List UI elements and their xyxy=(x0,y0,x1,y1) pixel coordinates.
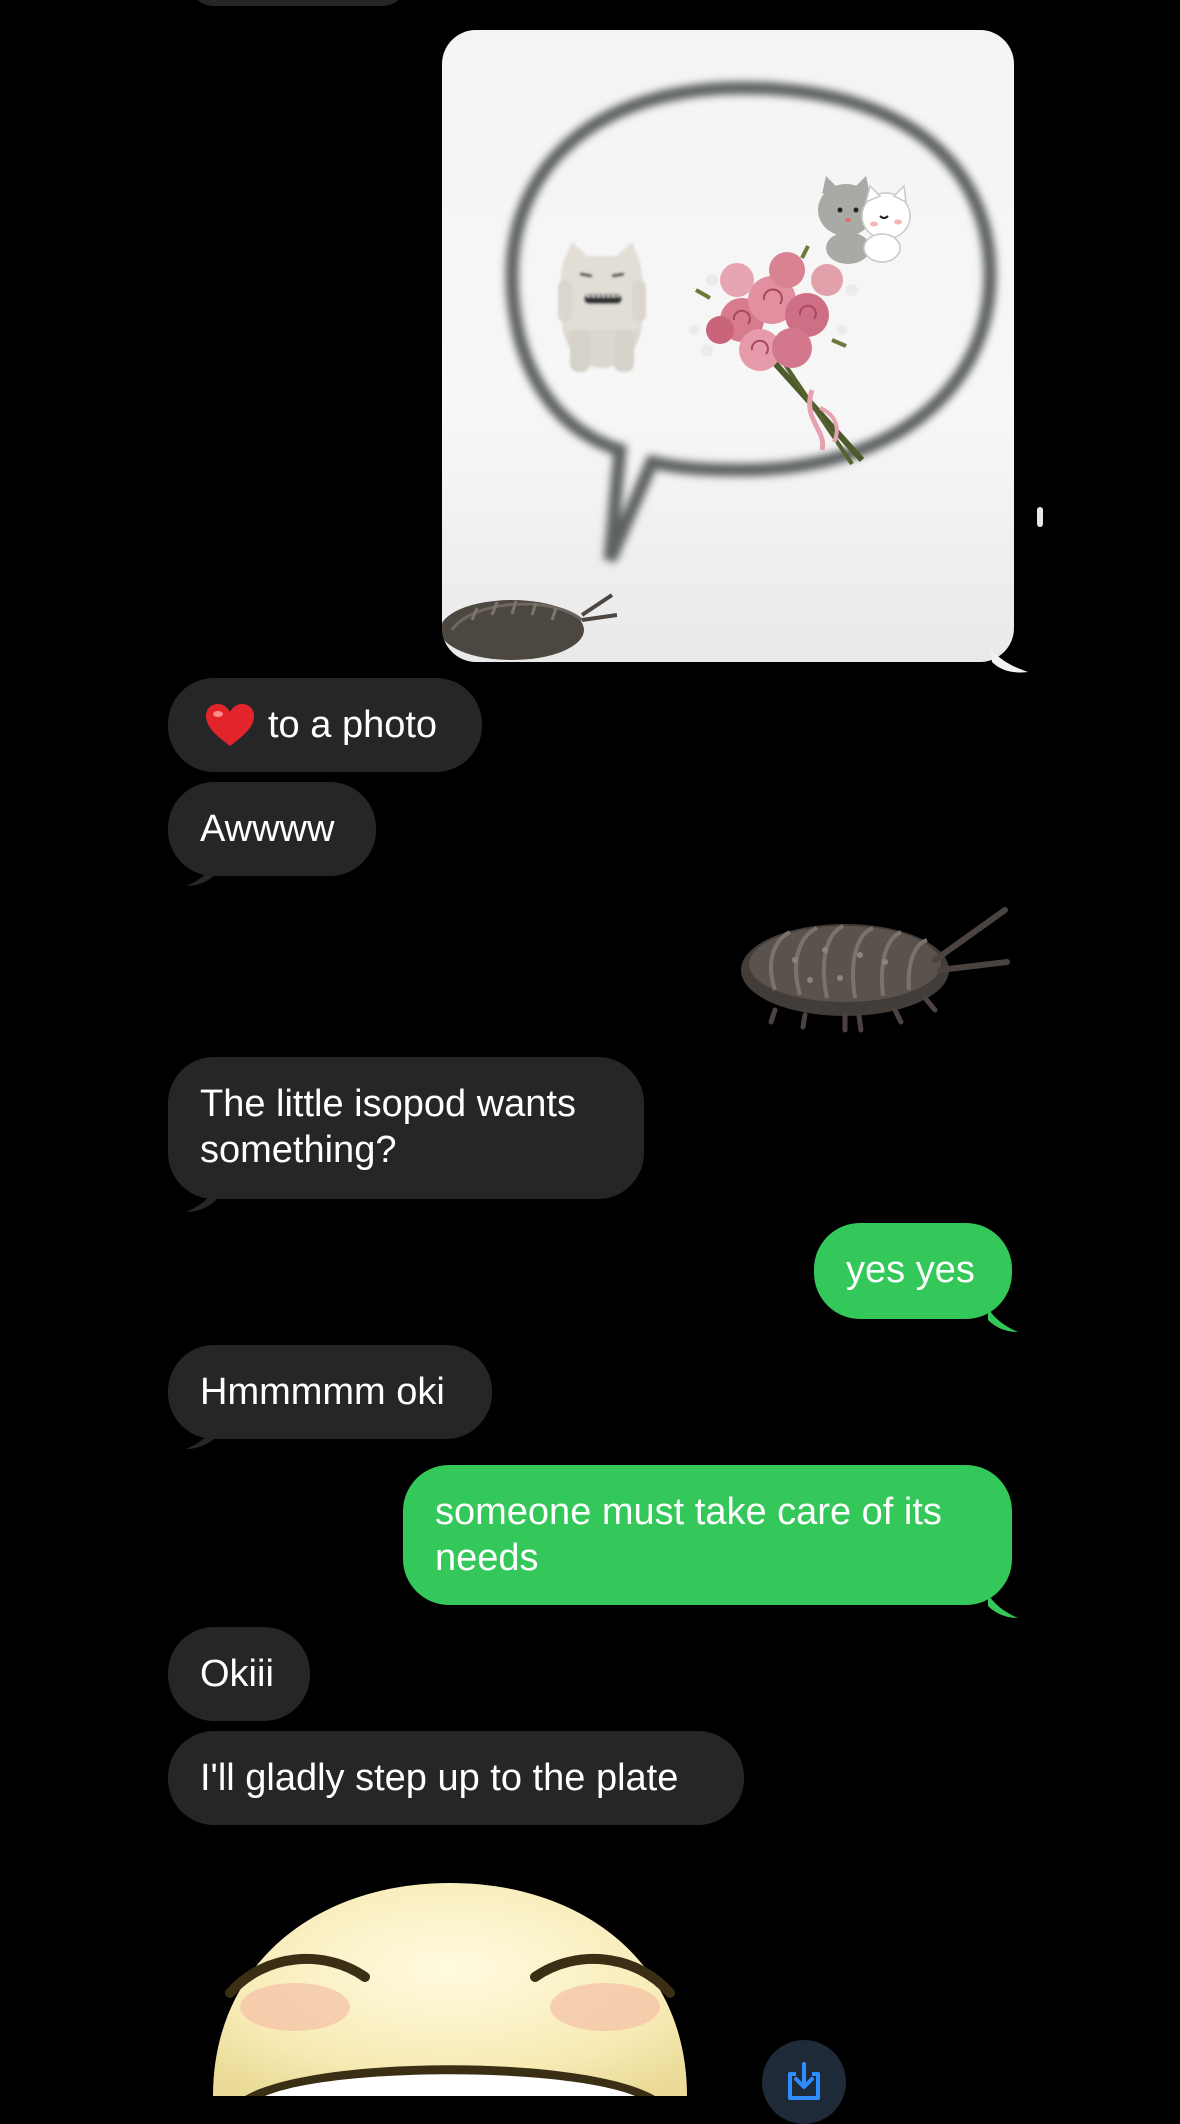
message-text: Hmmmmm oki xyxy=(200,1371,445,1413)
message-text: Okiii xyxy=(200,1653,274,1695)
incoming-tail xyxy=(186,1188,216,1212)
message-text: to a photo xyxy=(268,704,438,746)
message-bubble[interactable]: Hmmmmm oki xyxy=(168,1345,492,1439)
message-bubble[interactable]: I'll gladly step up to the plate xyxy=(168,1731,744,1825)
photo-tail xyxy=(990,648,1028,673)
outgoing-tail xyxy=(988,1308,1018,1332)
scroll-indicator[interactable] xyxy=(1037,507,1043,527)
message-bubble[interactable]: The little isopod wants something? xyxy=(168,1057,644,1199)
message-text: The little isopod wants something? xyxy=(200,1083,576,1171)
photo-message[interactable] xyxy=(442,30,1014,662)
message-bubble[interactable]: Okiii xyxy=(168,1627,310,1721)
incoming-tail xyxy=(186,862,216,886)
incoming-tail xyxy=(186,1425,216,1449)
download-button[interactable] xyxy=(762,2040,846,2124)
sent-message-bubble[interactable]: yes yes xyxy=(814,1223,1012,1319)
message-text: I'll gladly step up to the plate xyxy=(200,1757,679,1799)
monster-plush xyxy=(558,242,646,372)
message-text: Awwww xyxy=(200,808,335,850)
isopod-sticker xyxy=(741,907,1010,1033)
cats-hugging-sticker xyxy=(818,176,911,264)
outgoing-tail xyxy=(988,1594,1018,1618)
previous-bubble-fragment xyxy=(188,0,408,6)
download-icon xyxy=(788,2062,820,2100)
sent-message-bubble[interactable]: someone must take care of its needs xyxy=(403,1465,1012,1605)
reaction-message-bubble[interactable]: to a photo xyxy=(168,678,482,772)
grinning-face-sticker xyxy=(213,1883,687,2096)
message-text: yes yes xyxy=(846,1249,975,1291)
rose-bouquet xyxy=(689,245,865,466)
heart-emoji xyxy=(206,704,254,746)
photo-isopod xyxy=(442,593,618,660)
photo-content xyxy=(442,81,997,660)
message-text: someone must take care of its needs xyxy=(435,1491,942,1579)
